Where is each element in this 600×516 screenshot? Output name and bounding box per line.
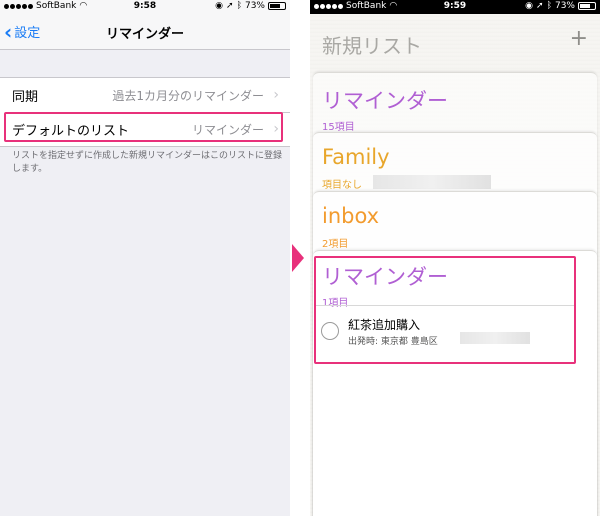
bluetooth-icon: ᛒ	[546, 1, 552, 11]
highlight-box	[4, 112, 283, 142]
footnote-text: リストを指定せずに作成した新規リマインダーはこのリストに登録します。	[12, 151, 283, 174]
battery-icon	[268, 2, 286, 10]
pointer-arrow-icon	[292, 244, 304, 272]
status-bar: SoftBank ◠ 9:59 ◉ ➚ ᛒ 73%	[310, 0, 600, 14]
list-title: リマインダー	[322, 89, 448, 113]
list-title: Family	[322, 145, 390, 169]
list-count: 2項目	[322, 239, 349, 250]
sync-value: 過去1カ月分のリマインダー	[112, 88, 264, 103]
sync-label: 同期	[12, 89, 39, 105]
lock-rotation-icon: ◉	[525, 1, 534, 11]
battery-icon	[578, 2, 596, 10]
new-list-button[interactable]: 新規リスト	[322, 30, 422, 59]
location-icon: ➚	[536, 1, 544, 11]
status-right-group: ◉ ➚ ᛒ 73%	[215, 1, 286, 11]
page-title: リマインダー	[105, 27, 184, 42]
sync-row[interactable]: 同期 過去1カ月分のリマインダー ›	[0, 78, 290, 112]
disclosure-chevron-icon: ›	[273, 87, 279, 103]
highlight-box	[314, 256, 576, 364]
navigation-bar: ‹ 設定 リマインダー	[0, 14, 290, 50]
lock-rotation-icon: ◉	[215, 1, 224, 11]
list-title: inbox	[322, 204, 380, 228]
battery-percent: 73%	[244, 1, 265, 11]
plus-icon[interactable]: +	[570, 26, 588, 51]
list-count: 項目なし	[322, 180, 362, 191]
status-bar: SoftBank ◠ 9:58 ◉ ➚ ᛒ 73%	[0, 0, 290, 14]
location-icon: ➚	[226, 1, 234, 11]
settings-screen: SoftBank ◠ 9:58 ◉ ➚ ᛒ 73% ‹ 設定 リマインダー 同期…	[0, 0, 290, 516]
status-right-group: ◉ ➚ ᛒ 73%	[525, 1, 596, 11]
redacted-block	[373, 175, 491, 189]
bluetooth-icon: ᛒ	[236, 1, 242, 11]
reminders-screen: SoftBank ◠ 9:59 ◉ ➚ ᛒ 73% 新規リスト + リマインダー…	[310, 0, 600, 516]
battery-percent: 73%	[554, 1, 575, 11]
list-count: 15項目	[322, 122, 355, 133]
